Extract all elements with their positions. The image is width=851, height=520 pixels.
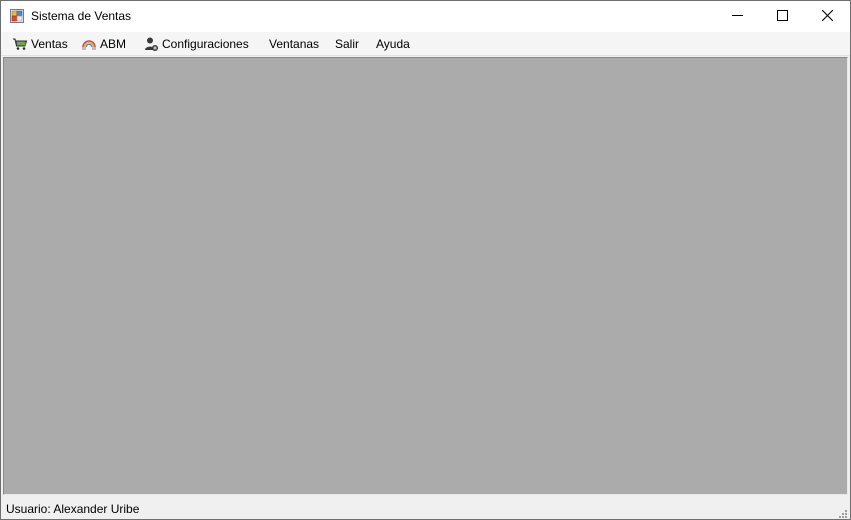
status-user-label: Usuario: Alexander Uribe bbox=[6, 502, 140, 516]
menu-ventanas[interactable]: Ventanas bbox=[269, 32, 319, 55]
menu-ayuda[interactable]: Ayuda bbox=[376, 32, 410, 55]
menu-ventas-label: Ventas bbox=[31, 36, 68, 51]
title-bar[interactable]: Sistema de Ventas bbox=[1, 1, 850, 32]
menu-configuraciones-label: Configuraciones bbox=[162, 36, 249, 51]
window-title: Sistema de Ventas bbox=[31, 9, 132, 23]
menu-abm[interactable]: ABM bbox=[81, 32, 126, 55]
menu-ventanas-label: Ventanas bbox=[269, 36, 320, 51]
close-button[interactable] bbox=[805, 1, 850, 31]
mdi-client-area[interactable] bbox=[3, 57, 848, 495]
menu-bar: Ventas ABM Configuraciones Ventanas Sali… bbox=[1, 32, 850, 56]
shopping-cart-icon bbox=[12, 36, 28, 52]
status-bar: Usuario: Alexander Uribe bbox=[1, 497, 850, 519]
windows-form-icon[interactable] bbox=[10, 9, 24, 23]
menu-configuraciones[interactable]: Configuraciones bbox=[143, 32, 249, 55]
maximize-button[interactable] bbox=[760, 1, 805, 31]
minimize-button[interactable] bbox=[715, 1, 760, 31]
menu-ayuda-label: Ayuda bbox=[376, 36, 410, 51]
abm-icon bbox=[81, 36, 97, 52]
user-settings-icon bbox=[143, 36, 159, 52]
maximize-icon bbox=[777, 10, 788, 21]
menu-ventas[interactable]: Ventas bbox=[12, 32, 68, 55]
minimize-icon bbox=[732, 15, 743, 16]
menu-salir[interactable]: Salir bbox=[335, 32, 359, 55]
close-icon bbox=[822, 10, 833, 21]
menu-salir-label: Salir bbox=[335, 36, 360, 51]
resize-grip-icon[interactable] bbox=[837, 506, 848, 518]
menu-abm-label: ABM bbox=[100, 36, 127, 51]
main-window: Sistema de Ventas Ventas ABM Configuraci… bbox=[0, 0, 851, 520]
